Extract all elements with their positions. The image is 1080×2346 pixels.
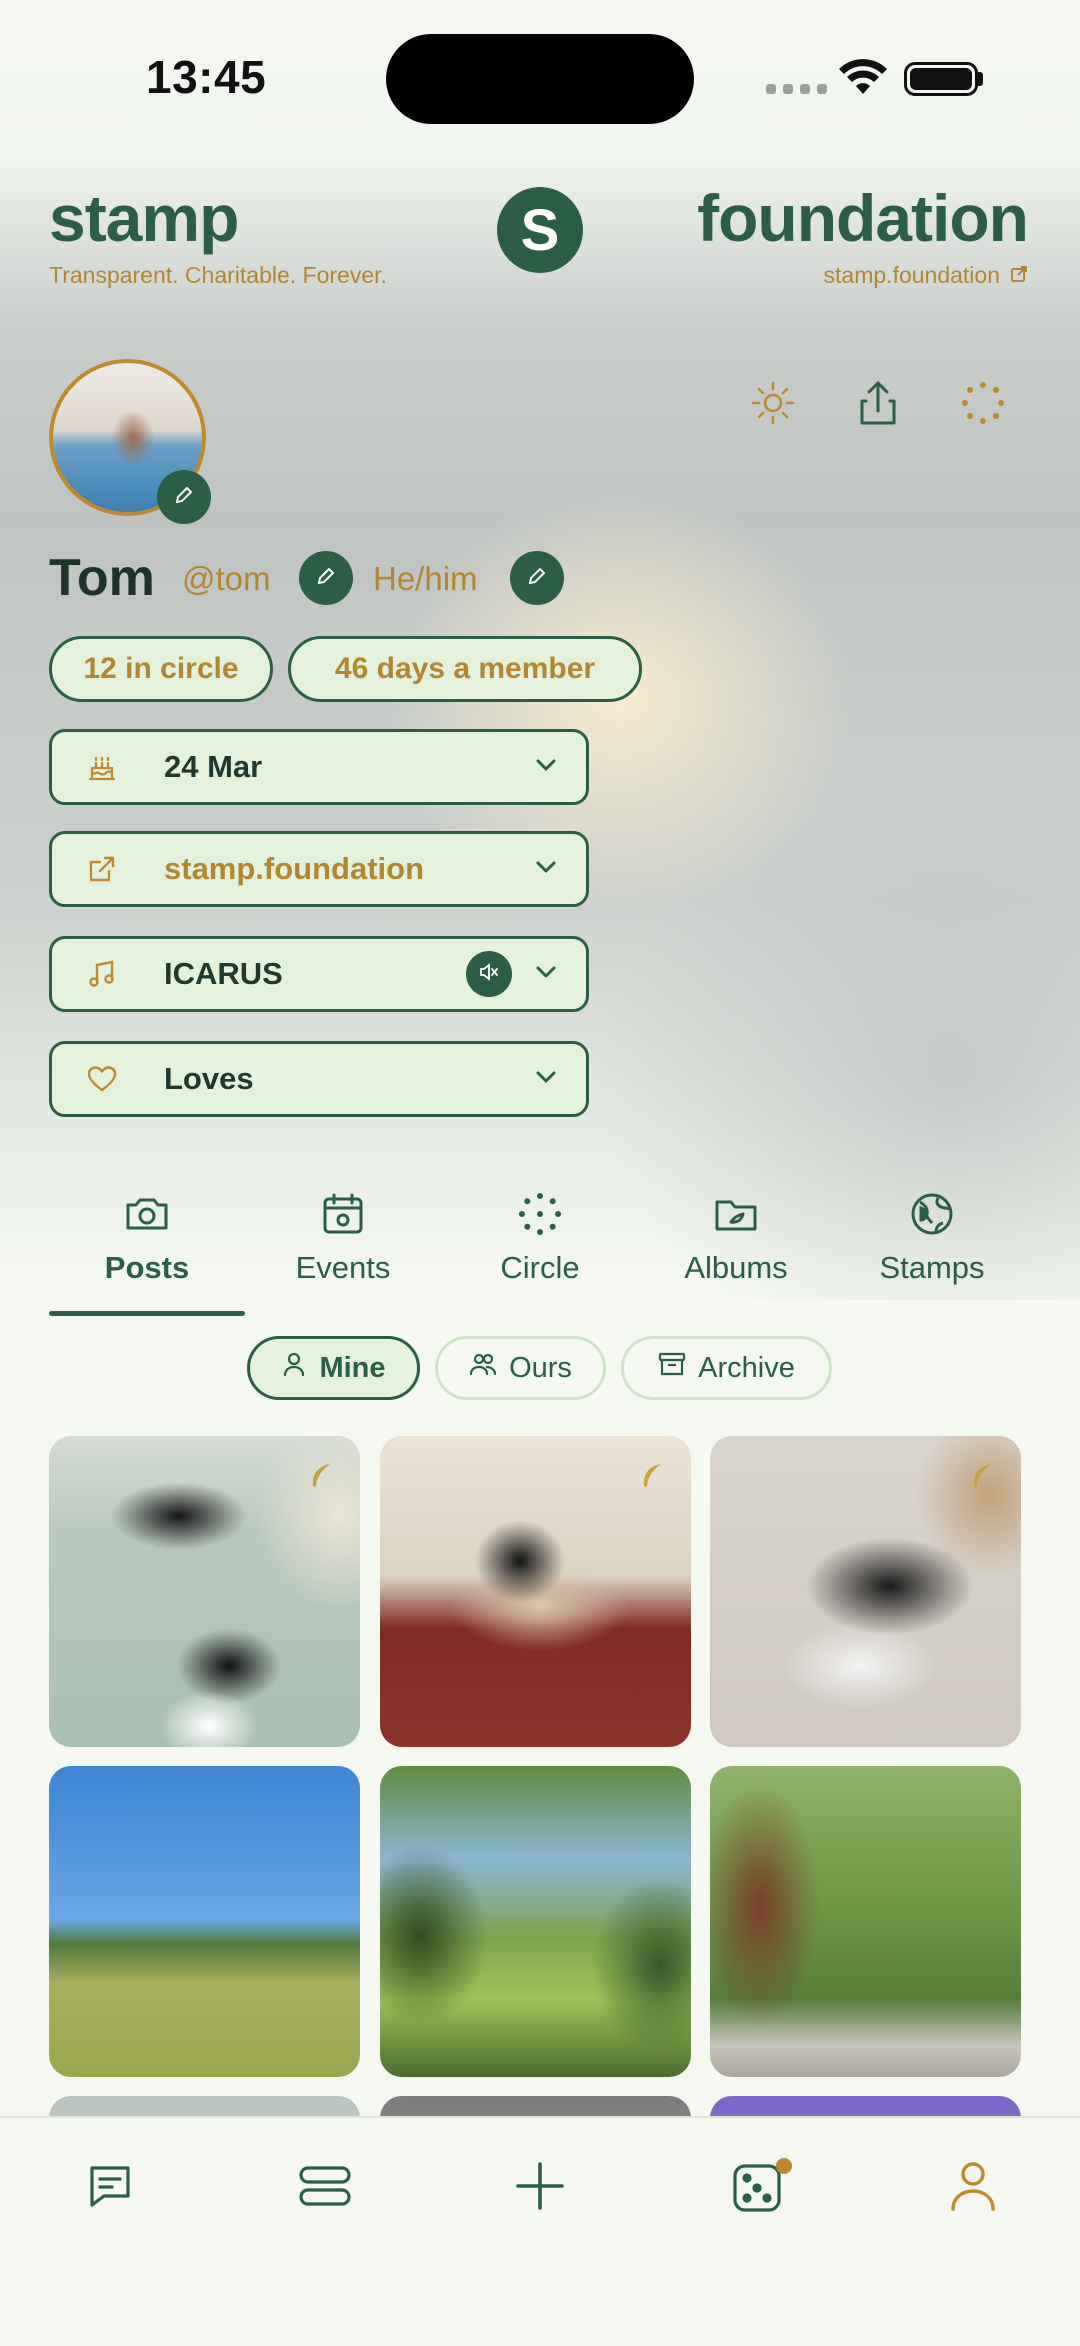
tab-events-label: Events — [295, 1250, 391, 1285]
sun-icon — [747, 377, 799, 434]
post-thumbnail[interactable] — [49, 1436, 360, 1747]
cellular-signal-icon — [766, 84, 827, 94]
tab-albums-label: Albums — [684, 1250, 788, 1285]
dotted-circle-icon — [957, 377, 1009, 434]
website-field[interactable]: stamp.foundation — [49, 831, 589, 907]
filter-archive[interactable]: Archive — [621, 1336, 832, 1400]
tab-circle-label: Circle — [500, 1250, 580, 1285]
calendar-icon — [319, 1190, 367, 1238]
post-thumbnail[interactable] — [710, 1766, 1021, 2077]
post-thumbnail[interactable] — [49, 1766, 360, 2077]
tab-posts-label: Posts — [104, 1250, 190, 1285]
add-icon — [514, 2160, 566, 2217]
loves-field[interactable]: Loves — [49, 1041, 589, 1117]
pencil-icon — [526, 565, 548, 592]
post-thumbnail[interactable] — [380, 1436, 691, 1747]
filter-ours-label: Ours — [509, 1351, 572, 1384]
person-icon — [281, 1351, 307, 1385]
nav-add-button[interactable] — [495, 2156, 585, 2220]
notification-dot — [776, 2158, 792, 2174]
leaf-icon — [308, 1462, 334, 1497]
circle-menu-button[interactable] — [953, 375, 1013, 435]
brand-logo[interactable]: S — [497, 187, 583, 273]
tab-stamps-label: Stamps — [879, 1250, 985, 1285]
nav-feed-button[interactable] — [280, 2156, 370, 2220]
chevron-down-icon — [532, 1063, 560, 1096]
chevron-down-icon — [532, 751, 560, 784]
bottom-nav-bar — [0, 2116, 1080, 2346]
speaker-muted-icon — [478, 961, 500, 988]
share-icon — [852, 377, 904, 434]
brand-site-link[interactable]: stamp.foundation — [824, 262, 1028, 289]
edit-pronouns-button[interactable] — [510, 551, 564, 605]
dotted-circle-icon — [516, 1190, 564, 1238]
nav-chat-button[interactable] — [65, 2156, 155, 2220]
cake-icon — [84, 749, 120, 785]
folder-icon — [712, 1190, 760, 1238]
birthday-field[interactable]: 24 Mar — [49, 729, 589, 805]
archive-icon — [658, 1351, 686, 1385]
leaf-icon — [969, 1462, 995, 1497]
profile-icon — [948, 2159, 998, 2218]
share-button[interactable] — [848, 375, 908, 435]
external-link-icon — [1010, 262, 1028, 289]
tab-stamps[interactable]: Stamps — [834, 1190, 1030, 1316]
tab-circle[interactable]: Circle — [442, 1190, 638, 1316]
status-time: 13:45 — [146, 51, 267, 103]
feed-icon — [297, 2164, 353, 2213]
pencil-icon — [315, 565, 337, 592]
chevron-down-icon — [532, 958, 560, 991]
website-label: stamp.foundation — [164, 851, 425, 886]
loves-label: Loves — [164, 1061, 254, 1096]
profile-handle: @tom — [182, 560, 271, 597]
filter-mine[interactable]: Mine — [247, 1336, 420, 1400]
external-link-icon — [84, 851, 120, 887]
theme-button[interactable] — [743, 375, 803, 435]
mute-button[interactable] — [466, 951, 512, 997]
brand-tagline: Transparent. Charitable. Forever. — [49, 262, 387, 288]
profile-name: Tom — [49, 549, 155, 607]
chevron-down-icon — [532, 853, 560, 886]
filter-mine-label: Mine — [319, 1351, 386, 1384]
battery-icon — [904, 62, 978, 96]
wifi-icon — [838, 58, 888, 103]
birthday-label: 24 Mar — [164, 749, 263, 784]
battery-cap — [978, 72, 983, 86]
song-field[interactable]: ICARUS — [49, 936, 589, 1012]
heart-icon — [84, 1061, 120, 1097]
edit-handle-button[interactable] — [299, 551, 353, 605]
brand-word-left: stamp — [49, 181, 239, 255]
song-label: ICARUS — [164, 956, 283, 991]
brand-word-right: foundation — [697, 181, 1029, 255]
nav-profile-button[interactable] — [928, 2156, 1018, 2220]
tab-events[interactable]: Events — [245, 1190, 441, 1316]
avatar-edit-button[interactable] — [157, 470, 211, 524]
active-tab-indicator — [49, 1311, 245, 1316]
post-thumbnail[interactable] — [710, 1436, 1021, 1747]
leaf-icon — [639, 1462, 665, 1497]
camera-icon — [123, 1190, 171, 1238]
post-thumbnail[interactable] — [380, 1766, 691, 2077]
dynamic-island — [386, 34, 694, 124]
tab-albums[interactable]: Albums — [638, 1190, 834, 1316]
pencil-icon — [173, 484, 195, 511]
chat-icon — [84, 2160, 136, 2217]
circle-count-chip[interactable]: 12 in circle — [49, 636, 273, 702]
tab-posts[interactable]: Posts — [49, 1190, 245, 1316]
globe-icon — [908, 1190, 956, 1238]
member-days-chip: 46 days a member — [288, 636, 642, 702]
brand-site-link-label: stamp.foundation — [823, 262, 1000, 288]
music-note-icon — [84, 956, 120, 992]
filter-ours[interactable]: Ours — [435, 1336, 606, 1400]
profile-pronouns: He/him — [373, 560, 478, 597]
filter-archive-label: Archive — [698, 1351, 795, 1384]
people-icon — [469, 1351, 497, 1385]
